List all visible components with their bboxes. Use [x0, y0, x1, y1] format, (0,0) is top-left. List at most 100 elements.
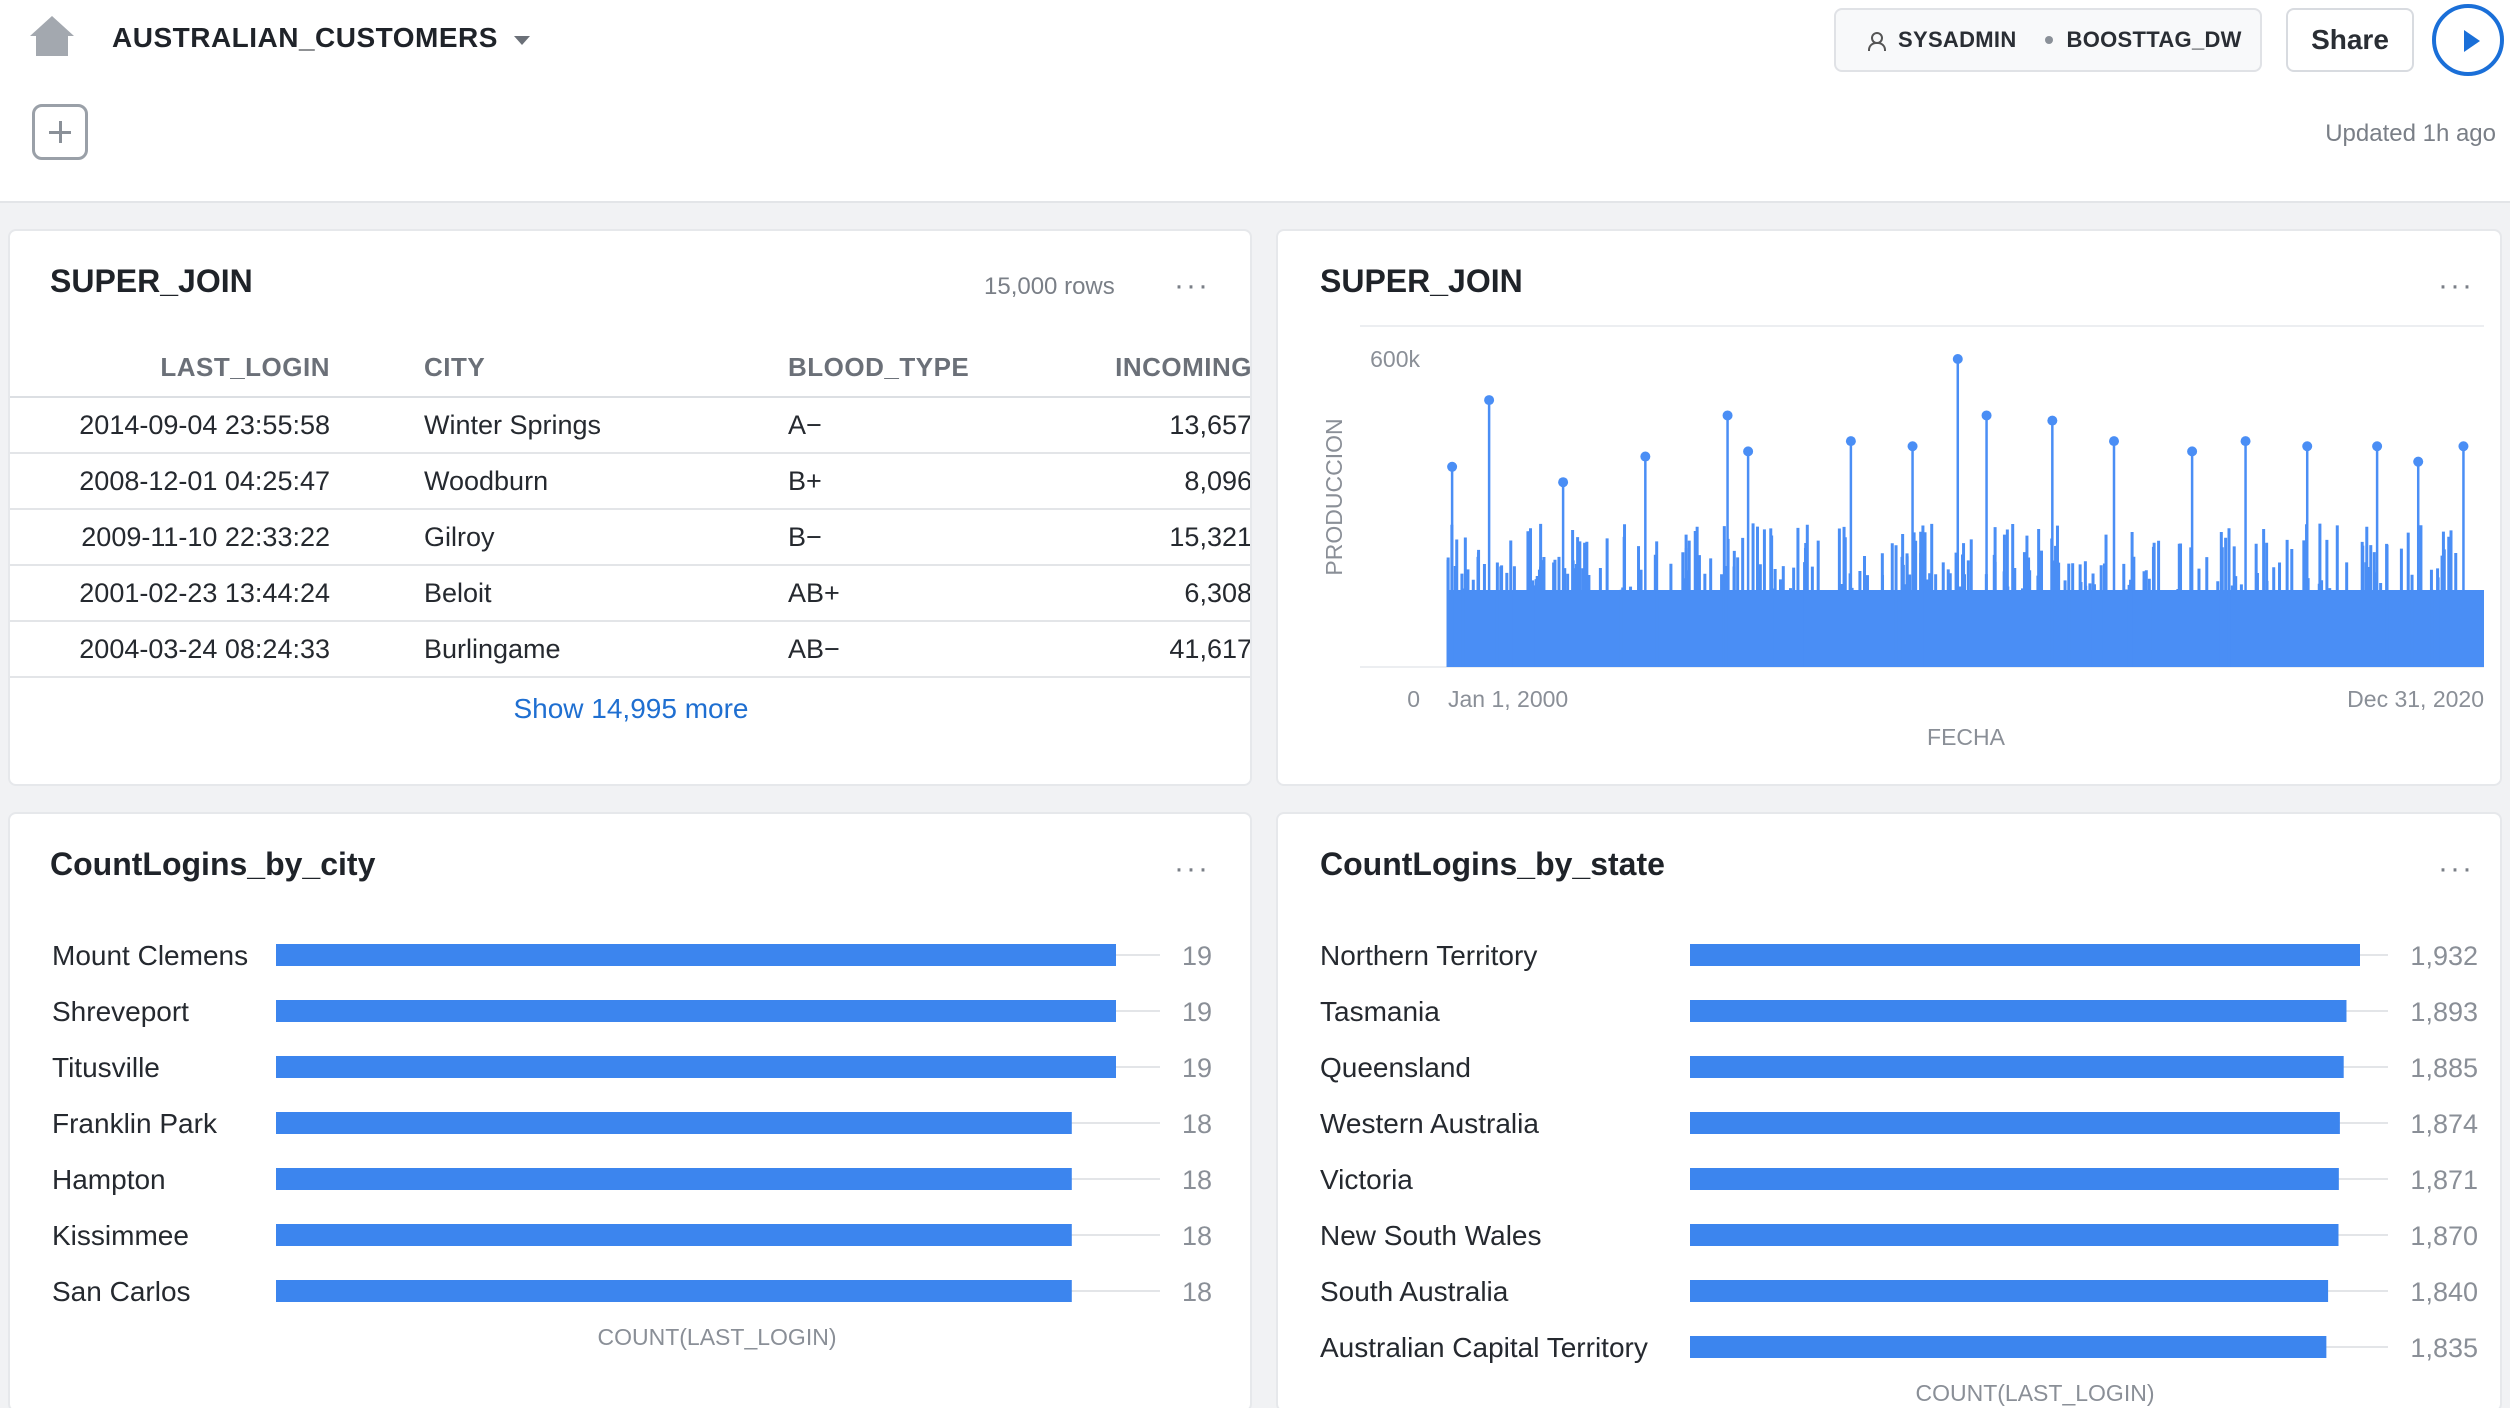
add-tile-button[interactable]: [32, 104, 88, 160]
bar-category-label: New South Wales: [1320, 1220, 1542, 1251]
table-cell: 2004-03-24 08:24:33: [10, 621, 414, 678]
table-row[interactable]: 2008-12-01 04:25:47 Woodburn B+ 8,096: [10, 453, 1250, 510]
table-cell: 15,321: [1078, 509, 1250, 566]
share-button[interactable]: Share: [2286, 8, 2414, 72]
data-point: [1952, 354, 1963, 364]
table-cell: AB−: [758, 621, 1078, 678]
bar-value-label: 1,893: [2410, 997, 2478, 1027]
home-icon[interactable]: [28, 14, 76, 58]
bar-value-label: 1,835: [2410, 1333, 2478, 1363]
card-title: SUPER_JOIN: [50, 263, 253, 299]
table-cell: 41,617: [1078, 621, 1250, 678]
state-bar-chart: Northern Territory 1,932 Tasmania 1,893 Quee…: [1320, 940, 2478, 1406]
table-row[interactable]: 2001-02-23 13:44:24 Beloit AB+ 6,308: [10, 565, 1250, 622]
bar-category-label: South Australia: [1320, 1276, 1509, 1307]
role-label: SYSADMIN: [1898, 27, 2017, 52]
bar-value-label: 19: [1182, 1053, 1212, 1083]
table-header-row: LAST_LOGIN CITY BLOOD_TYPE INCOMING: [10, 339, 1250, 398]
dot-separator: [2044, 36, 2053, 44]
table-cell: A−: [758, 397, 1078, 454]
x-tick-label: Jan 1, 2000: [1448, 686, 1568, 712]
data-point: [2240, 436, 2251, 447]
bar-category-label: Shreveport: [52, 996, 189, 1027]
bar: [1690, 1056, 2344, 1078]
bar-category-label: Queensland: [1320, 1052, 1471, 1083]
city-bar-chart: Mount Clemens 19 Shreveport 19 Titusville 19 F…: [52, 940, 1212, 1350]
x-axis-label: COUNT(LAST_LOGIN): [1916, 1380, 2155, 1406]
bar-value-label: 1,840: [2410, 1277, 2478, 1307]
dashboard-title: AUSTRALIAN_CUSTOMERS: [112, 22, 498, 53]
bar-category-label: Australian Capital Territory: [1320, 1332, 1648, 1363]
bar-category-label: Kissimmee: [52, 1220, 189, 1251]
data-point: [1743, 446, 1754, 457]
data-point: [1907, 441, 1918, 452]
bar-category-label: Titusville: [52, 1052, 160, 1083]
city-bar-card: CountLogins_by_city ··· Mount Clemens 19 S…: [8, 812, 1252, 1408]
user-icon: [1866, 31, 1886, 51]
table-row[interactable]: 2004-03-24 08:24:33 Burlingame AB− 41,61…: [10, 621, 1250, 678]
time-series-chart: 600k 0 PRODUCCION Jan 1, 2000 Dec 31, 2020 FE…: [1321, 325, 2484, 750]
bar-value-label: 19: [1182, 997, 1212, 1027]
bar-value-label: 1,932: [2410, 941, 2478, 971]
x-tick-label: Dec 31, 2020: [2347, 686, 2484, 712]
table-cell: 6,308: [1078, 565, 1250, 622]
x-axis-label: FECHA: [1927, 724, 2006, 750]
row-count: 15,000 rows: [984, 273, 1115, 300]
column-header[interactable]: INCOMING: [1078, 339, 1250, 398]
y-tick-label: 0: [1407, 686, 1420, 712]
data-point: [2047, 415, 2058, 426]
bar: [276, 1000, 1116, 1022]
column-header[interactable]: CITY: [414, 339, 758, 398]
dashboard-title-dropdown[interactable]: AUSTRALIAN_CUSTOMERS: [112, 22, 530, 54]
bar-category-label: Franklin Park: [52, 1108, 218, 1139]
table-row[interactable]: 2009-11-10 22:33:22 Gilroy B− 15,321: [10, 509, 1250, 566]
table-card: SUPER_JOIN 15,000 rows ··· LAST_LOGIN CI…: [8, 229, 1252, 786]
context-selector[interactable]: SYSADMIN BOOSTTAG_DW: [1834, 8, 2262, 72]
more-icon[interactable]: ···: [1174, 271, 1210, 301]
bar-value-label: 1,874: [2410, 1109, 2478, 1139]
table-cell: Winter Springs: [414, 397, 758, 454]
table-cell: B−: [758, 509, 1078, 566]
updated-timestamp: Updated 1h ago: [2325, 120, 2496, 147]
data-point: [2187, 446, 2198, 457]
data-point: [2458, 441, 2469, 452]
table-cell: Beloit: [414, 565, 758, 622]
bar: [1690, 1000, 2347, 1022]
y-axis-label: PRODUCCION: [1321, 418, 1347, 575]
time-series-card: SUPER_JOIN ··· 600k 0 PRODUCCION Jan 1, 200…: [1276, 229, 2502, 786]
bar: [1690, 1280, 2329, 1302]
bar: [276, 944, 1116, 966]
column-header[interactable]: BLOOD_TYPE: [758, 339, 1078, 398]
bar-category-label: Northern Territory: [1320, 940, 1537, 971]
top-bar: AUSTRALIAN_CUSTOMERS SYSADMIN BOOSTTAG_D…: [0, 0, 2510, 203]
bar: [276, 1280, 1072, 1302]
bar-category-label: Mount Clemens: [52, 940, 248, 971]
data-point: [1981, 410, 1992, 421]
bar-value-label: 18: [1182, 1109, 1212, 1139]
bar-value-label: 18: [1182, 1165, 1212, 1195]
bar: [1690, 1224, 2339, 1246]
column-header[interactable]: LAST_LOGIN: [10, 339, 414, 398]
bar: [276, 1224, 1072, 1246]
table-cell: 2014-09-04 23:55:58: [10, 397, 414, 454]
table-cell: 2001-02-23 13:44:24: [10, 565, 414, 622]
x-axis-label: COUNT(LAST_LOGIN): [598, 1324, 837, 1350]
table-cell: Burlingame: [414, 621, 758, 678]
table-row[interactable]: 2014-09-04 23:55:58 Winter Springs A− 13…: [10, 397, 1250, 454]
data-point: [1722, 410, 1733, 421]
table-cell: Gilroy: [414, 509, 758, 566]
bar-category-label: Western Australia: [1320, 1108, 1539, 1139]
bar-value-label: 1,870: [2410, 1221, 2478, 1251]
table-cell: 2009-11-10 22:33:22: [10, 509, 414, 566]
data-point: [1484, 395, 1495, 406]
table-cell: 13,657: [1078, 397, 1250, 454]
bar: [1690, 1168, 2339, 1190]
data-point: [2413, 456, 2424, 467]
state-bar-card: CountLogins_by_state ··· Northern Territ…: [1276, 812, 2502, 1408]
run-button[interactable]: [2432, 4, 2504, 76]
bar-category-label: Victoria: [1320, 1164, 1413, 1195]
bar: [276, 1168, 1072, 1190]
bar: [1690, 1336, 2327, 1358]
bar: [276, 1112, 1072, 1134]
show-more-link[interactable]: Show 14,995 more: [10, 693, 1250, 725]
